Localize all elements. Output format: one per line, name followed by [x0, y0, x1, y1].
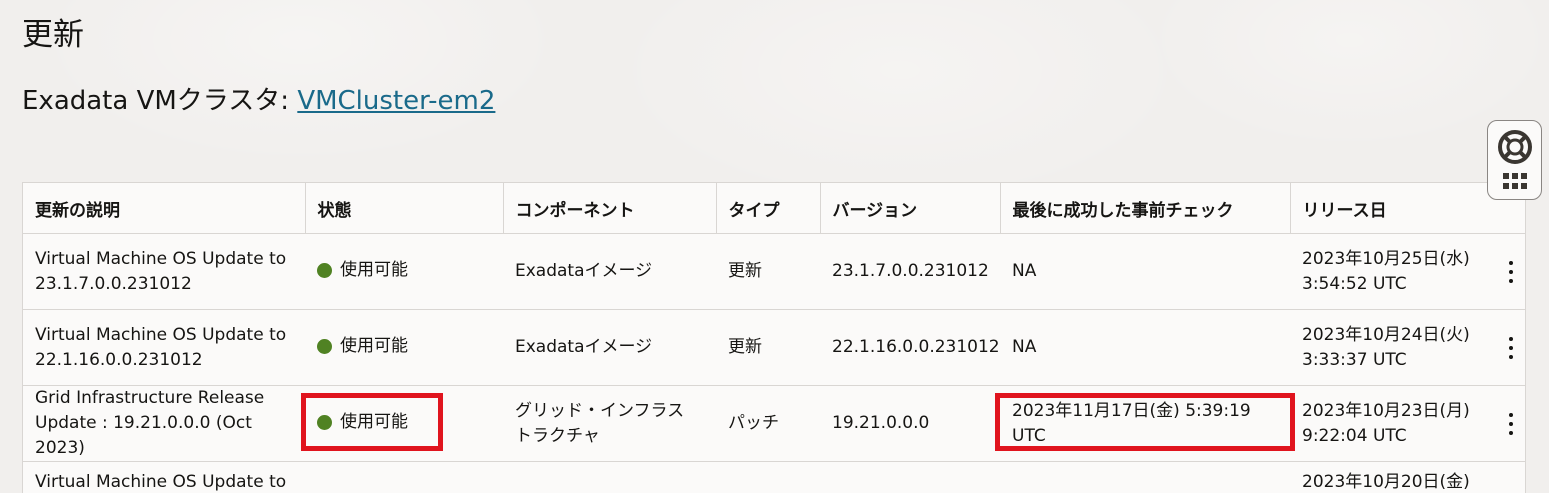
- table-row: Grid Infrastructure Release Update : 19.2…: [23, 386, 1525, 462]
- status-text: 使用可能: [340, 258, 408, 283]
- table-header-row: 更新の説明 状態 コンポーネント タイプ バージョン 最後に成功した事前チェック…: [23, 183, 1525, 234]
- cell-release-date: 2023年10月24日(火) 3:33:37 UTC: [1290, 310, 1525, 386]
- updates-table: 更新の説明 状態 コンポーネント タイプ バージョン 最後に成功した事前チェック…: [22, 182, 1526, 493]
- description-line: 22.1.16.0.0.231012: [35, 350, 203, 370]
- cell-version: 22.1.16.0.0.231012: [820, 310, 1000, 386]
- row-actions-menu-icon[interactable]: [1503, 413, 1519, 435]
- status-available-icon: [317, 415, 332, 430]
- table-row: Virtual Machine OS Update to 22.1.16.0.0.…: [23, 310, 1525, 386]
- page-title: 更新: [22, 14, 84, 56]
- cell-last-precheck: NA: [1000, 310, 1290, 386]
- cell-last-precheck: 2023年11月17日(金) 5:39:19 UTC: [1000, 386, 1290, 462]
- column-header-version[interactable]: バージョン: [820, 183, 1000, 234]
- table-row: Virtual Machine OS Update to 2023年10月20日…: [23, 462, 1525, 493]
- release-time-text: 3:54:52 UTC: [1302, 274, 1407, 294]
- release-date-text: 2023年10月24日(火): [1302, 325, 1470, 345]
- description-line: 23.1.7.0.0.231012: [35, 274, 192, 294]
- status-available-icon: [317, 263, 332, 278]
- table-row: Virtual Machine OS Update to 23.1.7.0.0.2…: [23, 234, 1525, 310]
- lifebuoy-icon[interactable]: [1497, 129, 1533, 165]
- column-header-description[interactable]: 更新の説明: [23, 183, 305, 234]
- cell-component: Exadataイメージ: [503, 234, 716, 310]
- cell-last-precheck: NA: [1000, 234, 1290, 310]
- cell-status: 使用可能: [305, 386, 503, 462]
- cell-version: 19.21.0.0.0: [820, 386, 1000, 462]
- component-text: Exadataイメージ: [515, 261, 652, 281]
- column-header-component[interactable]: コンポーネント: [503, 183, 716, 234]
- row-actions-menu-icon[interactable]: [1503, 261, 1519, 283]
- cell-type: 更新: [716, 234, 820, 310]
- status-text: 使用可能: [340, 334, 408, 359]
- cell-description: Grid Infrastructure Release Update : 19.2…: [23, 386, 305, 462]
- cell-status: 使用可能: [305, 310, 503, 386]
- cell-status: 使用可能: [305, 234, 503, 310]
- column-header-status[interactable]: 状態: [305, 183, 503, 234]
- cell-release-date: 2023年10月20日(金): [1290, 462, 1525, 493]
- cell-component: グリッド・インフラストラクチャ: [503, 386, 716, 462]
- help-widget[interactable]: [1487, 120, 1542, 200]
- release-date-text: 2023年10月23日(月): [1302, 401, 1470, 421]
- cell-release-date: 2023年10月25日(水) 3:54:52 UTC: [1290, 234, 1525, 310]
- cell-version: 23.1.7.0.0.231012: [820, 234, 1000, 310]
- cell-description: Virtual Machine OS Update to 22.1.16.0.0.…: [23, 310, 305, 386]
- description-line: Grid Infrastructure Release: [35, 388, 264, 408]
- cluster-subtitle-label: Exadata VMクラスタ:: [22, 86, 297, 116]
- cell-type: 更新: [716, 310, 820, 386]
- row-actions-menu-icon[interactable]: [1503, 337, 1519, 359]
- release-time-text: 3:33:37 UTC: [1302, 350, 1407, 370]
- component-text: Exadataイメージ: [515, 337, 652, 357]
- release-time-text: 9:22:04 UTC: [1302, 426, 1407, 446]
- cell-type: パッチ: [716, 386, 820, 462]
- cell-component: Exadataイメージ: [503, 310, 716, 386]
- cell-description: Virtual Machine OS Update to: [23, 462, 305, 493]
- cluster-link[interactable]: VMCluster-em2: [297, 86, 495, 116]
- column-header-last-precheck[interactable]: 最後に成功した事前チェック: [1000, 183, 1290, 234]
- component-text: グリッド・インフラス: [515, 401, 684, 421]
- status-available-icon: [317, 339, 332, 354]
- status-text: 使用可能: [340, 410, 408, 435]
- cell-release-date: 2023年10月23日(月) 9:22:04 UTC: [1290, 386, 1525, 462]
- grid-menu-icon[interactable]: [1503, 173, 1527, 189]
- component-text: トラクチャ: [515, 426, 600, 446]
- description-line: Update : 19.21.0.0.0 (Oct 2023): [35, 413, 252, 458]
- cell-description: Virtual Machine OS Update to 23.1.7.0.0.2…: [23, 234, 305, 310]
- column-header-type[interactable]: タイプ: [716, 183, 820, 234]
- release-date-text: 2023年10月25日(水): [1302, 249, 1470, 269]
- description-line: Virtual Machine OS Update to: [35, 249, 286, 269]
- cluster-subtitle: Exadata VMクラスタ: VMCluster-em2: [22, 82, 495, 120]
- description-line: Virtual Machine OS Update to: [35, 325, 286, 345]
